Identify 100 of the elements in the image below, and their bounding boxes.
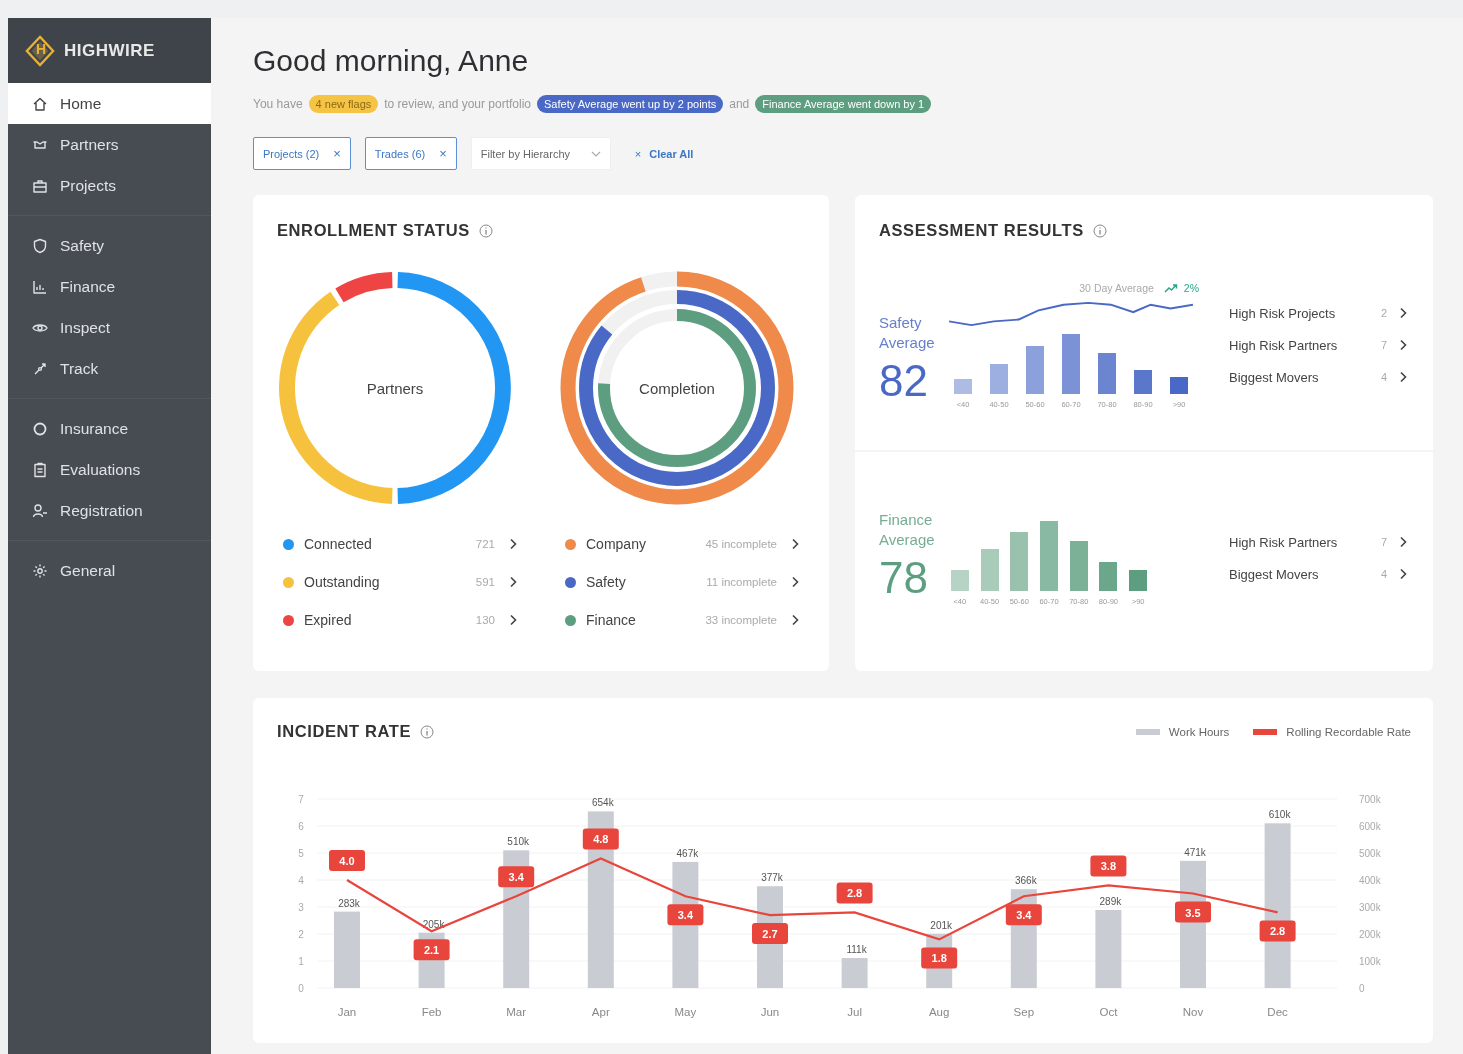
sidebar-item[interactable]: Insurance [8,408,211,449]
histogram-bar [1099,561,1118,591]
person-icon [32,502,48,519]
average-score: 82 [879,354,929,407]
axis-tick: 7 [298,794,304,805]
sidebar-item[interactable]: Partners [8,124,211,165]
month-label: Apr [591,1006,610,1018]
legend-row[interactable]: Safety 11 incomplete [559,570,799,594]
month-label: Dec [1267,1006,1288,1018]
month-label: Jul [847,1006,862,1018]
sidebar-item[interactable]: Home [8,83,211,124]
bar-value-label: 366k [1014,875,1037,887]
filter-chip[interactable]: Trades (6) × [364,137,457,170]
hierarchy-dropdown[interactable]: Filter by Hierarchy [470,137,611,170]
histogram-bar [1098,352,1116,394]
legend-row[interactable]: Connected 721 [277,532,517,556]
month-label: Feb [421,1006,442,1018]
axis-tick: 6 [298,821,304,832]
legend-row[interactable]: Expired 130 [277,608,517,632]
chevron-right-icon [1399,568,1407,580]
histogram-bar [1170,376,1188,394]
rate-label: 4.8 [582,828,619,850]
legend-row[interactable]: Finance 33 incomplete [559,608,799,632]
month-label: Oct [1099,1006,1118,1018]
clear-all-link[interactable]: × Clear All [634,147,694,160]
legend-row[interactable]: Outstanding 591 [277,570,517,594]
data-label: 2.7 [762,928,778,941]
sidebar-item[interactable]: Projects [8,165,211,206]
chart-bar [841,958,868,988]
chevron-right-icon [1399,536,1407,548]
sidebar-item[interactable]: Evaluations [8,449,211,490]
month-label: Sep [1013,1006,1035,1018]
brand-name: HIGHWIRE [64,40,155,61]
info-icon[interactable] [420,724,434,739]
rate-label: 3.4 [1005,904,1042,926]
legend-label: Work Hours [1168,725,1230,738]
bar-value-label: 111k [846,944,867,956]
card-title: ENROLLMENT STATUS [277,221,470,240]
ring-icon [32,420,48,437]
legend-label: Connected [304,536,373,552]
axis-tick: 0 [298,983,304,994]
bar-value-label: 510k [507,836,530,848]
month-label: Nov [1182,1006,1204,1018]
sidebar-item[interactable]: Track [8,348,211,389]
legend-label: Company [586,536,647,552]
list-link[interactable]: High Risk Partners 7 [1229,337,1407,353]
legend-label: Outstanding [304,574,381,590]
legend-row[interactable]: Company 45 incomplete [559,532,799,556]
histogram-bar [1026,345,1044,394]
sidebar-item[interactable]: Finance [8,266,211,307]
rate-label: 2.1 [413,939,450,961]
bar-value-label: 377k [761,872,783,884]
list-link[interactable]: High Risk Partners 7 [1229,534,1407,550]
chevron-right-icon [1399,339,1407,351]
trend-caption: 30 Day Average [1079,281,1154,294]
histogram-bar [1129,570,1148,591]
histogram-bar [990,363,1008,394]
card-title: ASSESSMENT RESULTS [879,221,1084,240]
sidebar-item[interactable]: General [8,550,211,591]
sidebar-item[interactable]: Safety [8,225,211,266]
data-label: 3.4 [677,909,694,922]
rate-label: 1.8 [921,947,958,969]
rate-label: 3.5 [1175,901,1211,923]
data-label: 3.8 [1100,860,1117,873]
axis-tick: 5 [298,848,304,859]
legend-label: Rolling Recordable Rate [1286,725,1411,738]
histogram-bar [950,570,969,591]
list-link[interactable]: Biggest Movers 4 [1229,566,1407,582]
average-score: 78 [879,552,929,604]
histogram-bar [1069,540,1088,591]
info-icon[interactable] [1092,223,1107,238]
sidebar-item[interactable]: Registration [8,490,211,531]
bar-value-label: 654k [591,797,614,809]
bar-value-label: 471k [1184,846,1206,858]
sidebar-item[interactable]: Inspect [8,307,211,348]
average-label: Safety Average [879,312,936,353]
summary-badge[interactable]: Safety Average went up by 2 points [537,95,724,113]
hexagon-logo-icon [24,34,56,67]
filter-chip[interactable]: Projects (2) × [253,137,351,170]
data-label: 2.8 [1269,925,1286,938]
axis-tick: 2 [298,929,304,940]
chevron-right-icon [1399,307,1407,319]
summary-text: You have [253,97,303,111]
bar-value-label: 610k [1268,809,1291,821]
summary-text: and [729,97,750,111]
clip-icon [32,461,48,478]
list-link[interactable]: High Risk Projects 2 [1229,305,1407,321]
rate-label: 4.0 [329,850,365,871]
histogram-bar [1010,531,1029,591]
legend-count: 45 incomplete [705,538,777,550]
histogram-bar [980,549,999,591]
axis-tick: 100k [1359,956,1381,967]
donut-title: Partners [366,379,424,397]
info-icon[interactable] [478,223,493,238]
list-link[interactable]: Biggest Movers 4 [1229,369,1407,385]
rate-label: 2.7 [752,923,788,945]
histogram-bar [1040,521,1058,591]
month-label: Aug [928,1006,950,1018]
rate-label: 3.8 [1090,855,1127,877]
data-label: 2.1 [423,944,440,957]
